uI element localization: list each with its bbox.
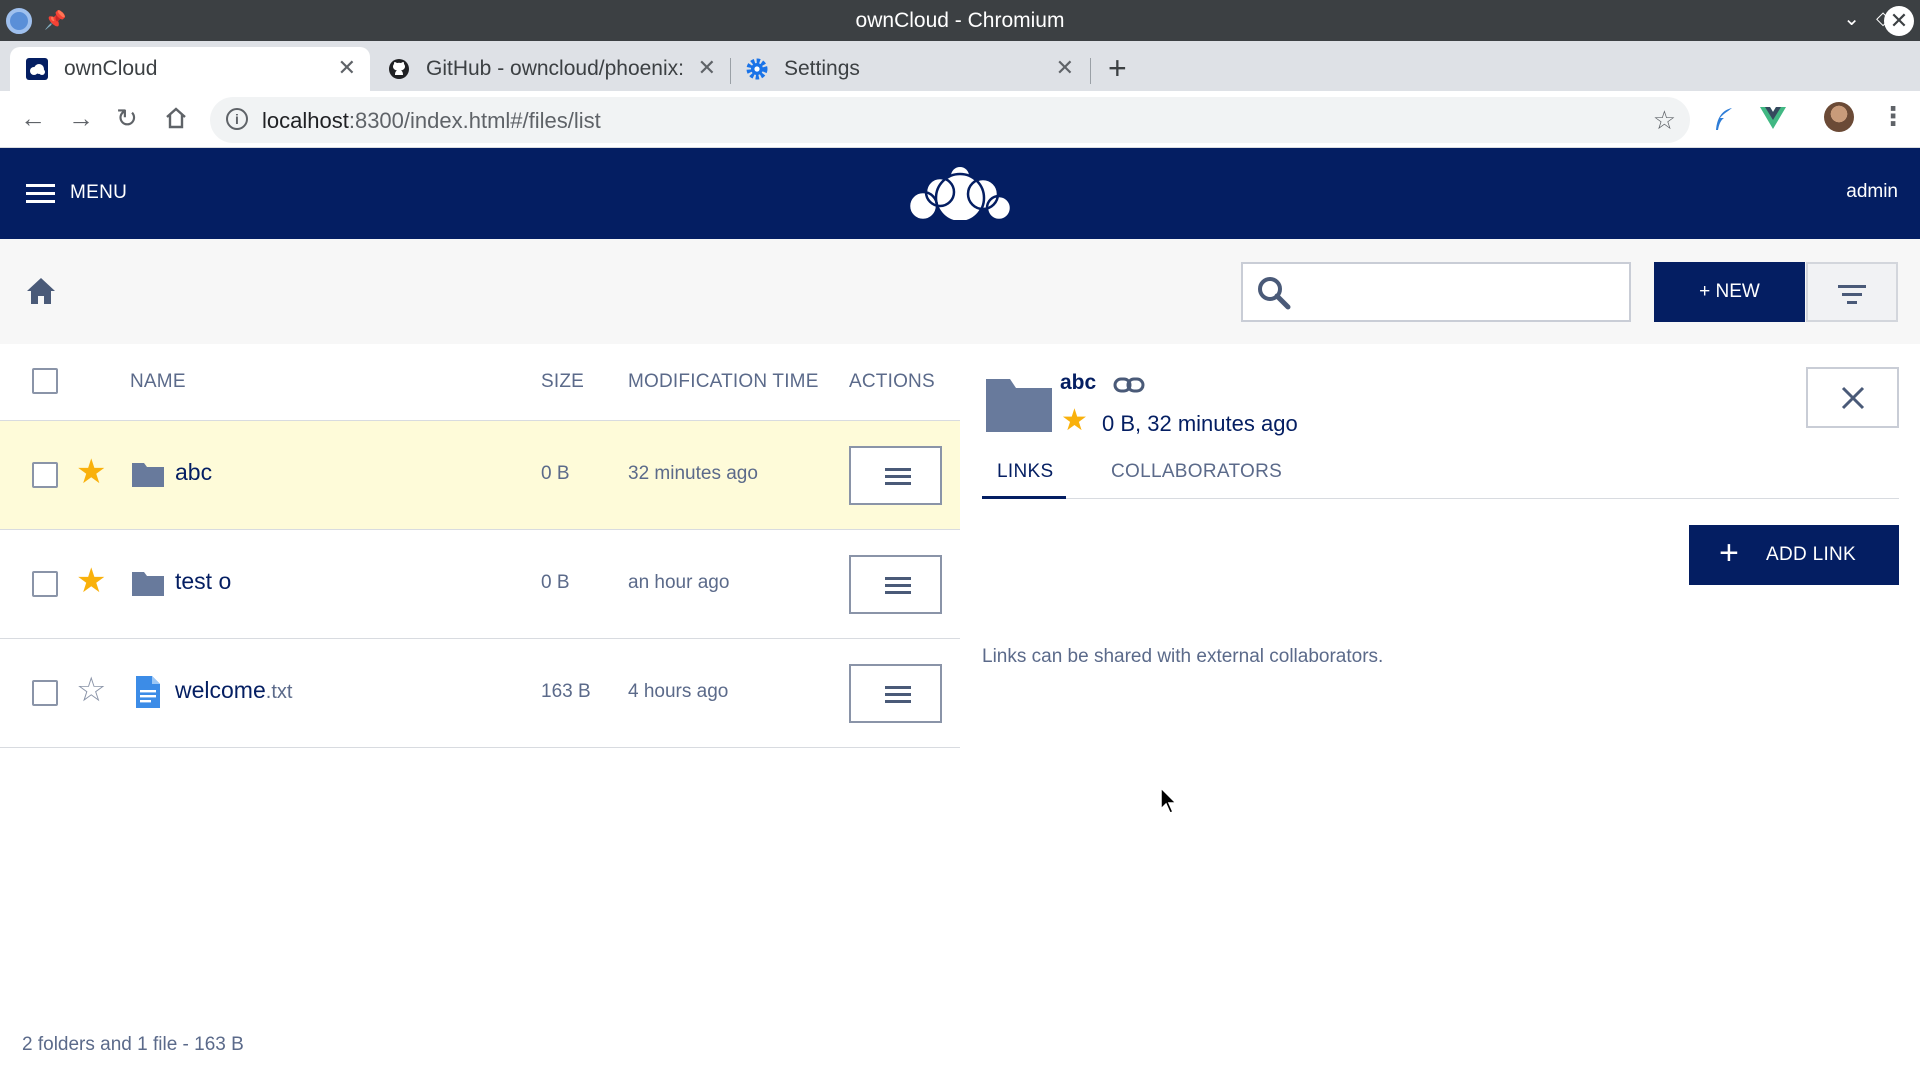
minimize-icon[interactable]: ⌄ (1843, 6, 1860, 31)
file-row[interactable]: ☆ welcome.txt 163 B 4 hours ago (0, 639, 960, 748)
add-link-button[interactable]: + ADD LINK (1689, 525, 1899, 585)
search-icon (1258, 277, 1291, 310)
tab-label: GitHub - owncloud/phoenix: (426, 57, 684, 80)
user-menu[interactable]: admin (1846, 181, 1898, 203)
window-title: ownCloud - Chromium (855, 9, 1065, 32)
panel-tabs: LINKS COLLABORATORS (982, 455, 1899, 499)
tab-label: ownCloud (64, 57, 158, 80)
actions-menu-icon (885, 686, 911, 689)
select-all-checkbox[interactable] (32, 368, 58, 394)
file-name[interactable]: welcome.txt (175, 677, 292, 704)
filter-icon (1838, 285, 1866, 288)
actions-button[interactable] (849, 555, 942, 614)
tab-label: Settings (784, 57, 860, 80)
window-titlebar: 📌 ownCloud - Chromium ⌄ ◇ ✕ (0, 0, 1920, 41)
folder-icon (132, 463, 164, 487)
row-checkbox[interactable] (32, 680, 58, 706)
files-toolbar: + NEW (0, 239, 1920, 344)
tab-close-icon[interactable]: ✕ (1056, 55, 1074, 81)
owncloud-logo-icon (905, 167, 1015, 224)
owncloud-favicon-icon (26, 58, 48, 80)
filter-button[interactable] (1806, 262, 1898, 322)
menu-label: MENU (70, 182, 128, 203)
tab-close-icon[interactable]: ✕ (698, 55, 716, 81)
file-mtime: an hour ago (628, 572, 730, 593)
files-summary: 2 folders and 1 file - 163 B (22, 1034, 244, 1055)
file-size: 0 B (541, 572, 570, 593)
tab-settings[interactable]: Settings ✕ (730, 47, 1088, 91)
window-close-icon[interactable]: ✕ (1884, 6, 1914, 36)
feather-extension-icon[interactable] (1712, 106, 1736, 132)
star-icon[interactable]: ★ (1061, 406, 1088, 436)
tab-collaborators[interactable]: COLLABORATORS (1111, 461, 1282, 483)
details-panel: abc ★ 0 B, 32 minutes ago LINKS COLLABOR… (960, 344, 1920, 1080)
actions-button[interactable] (849, 446, 942, 505)
tab-strip: ownCloud ✕ GitHub - owncloud/phoenix: ✕ … (0, 41, 1920, 91)
star-icon[interactable]: ★ (76, 455, 106, 489)
profile-avatar[interactable] (1824, 102, 1854, 132)
actions-menu-icon (885, 577, 911, 580)
file-mtime: 32 minutes ago (628, 463, 758, 484)
column-actions: ACTIONS (849, 371, 935, 392)
address-bar[interactable]: i localhost:8300/index.html#/files/list … (210, 97, 1690, 143)
link-icon[interactable] (1113, 373, 1145, 397)
file-size: 0 B (541, 463, 570, 484)
file-row[interactable]: ★ abc 0 B 32 minutes ago (0, 421, 960, 530)
close-panel-button[interactable] (1806, 367, 1899, 428)
column-name[interactable]: NAME (130, 371, 186, 393)
search-input[interactable] (1241, 262, 1631, 322)
forward-icon[interactable]: → (68, 103, 94, 134)
actions-menu-icon (885, 468, 911, 471)
home-icon[interactable] (26, 277, 56, 305)
tab-links[interactable]: LINKS (997, 461, 1053, 483)
links-info-text: Links can be shared with external collab… (982, 646, 1384, 667)
plus-icon: + (1719, 534, 1739, 572)
active-tab-indicator (982, 496, 1066, 499)
mouse-cursor-icon (1160, 787, 1178, 814)
folder-icon (132, 572, 164, 596)
file-name[interactable]: test o (175, 568, 231, 595)
file-name[interactable]: abc (175, 459, 212, 486)
column-modification-time[interactable]: MODIFICATION TIME (628, 371, 819, 393)
column-size[interactable]: SIZE (541, 371, 584, 393)
file-mtime: 4 hours ago (628, 681, 729, 702)
back-icon[interactable]: ← (20, 103, 46, 134)
new-button[interactable]: + NEW (1654, 262, 1805, 322)
tab-owncloud[interactable]: ownCloud ✕ (10, 47, 370, 91)
app-header: MENU admin (0, 148, 1920, 239)
home-button-icon[interactable] (164, 106, 188, 130)
bookmark-star-icon[interactable]: ☆ (1653, 105, 1676, 136)
panel-file-meta: 0 B, 32 minutes ago (1102, 411, 1298, 436)
github-icon (389, 59, 409, 79)
star-outline-icon[interactable]: ☆ (76, 673, 106, 707)
panel-file-name: abc (1060, 371, 1097, 394)
new-tab-button[interactable]: + (1108, 50, 1127, 87)
tab-close-icon[interactable]: ✕ (338, 55, 356, 81)
star-icon[interactable]: ★ (76, 564, 106, 598)
close-icon (1841, 386, 1865, 410)
url-text[interactable]: localhost:8300/index.html#/files/list (262, 108, 601, 134)
actions-button[interactable] (849, 664, 942, 723)
tab-separator (1090, 58, 1091, 84)
file-size: 163 B (541, 681, 591, 702)
row-checkbox[interactable] (32, 462, 58, 488)
row-checkbox[interactable] (32, 571, 58, 597)
vue-devtools-icon[interactable] (1760, 107, 1786, 129)
tab-github[interactable]: GitHub - owncloud/phoenix: ✕ (372, 47, 730, 91)
reload-icon[interactable]: ↻ (116, 103, 138, 134)
hamburger-icon (26, 184, 55, 204)
file-list-header: NAME SIZE MODIFICATION TIME ACTIONS (0, 344, 960, 421)
folder-icon (986, 379, 1052, 432)
browser-menu-icon[interactable]: ⋮ (1880, 101, 1906, 132)
text-file-icon (136, 676, 160, 708)
browser-toolbar: ← → ↻ i localhost:8300/index.html#/files… (0, 91, 1920, 148)
site-info-icon[interactable]: i (226, 108, 248, 130)
gear-icon (746, 58, 768, 80)
file-row[interactable]: ★ test o 0 B an hour ago (0, 530, 960, 639)
